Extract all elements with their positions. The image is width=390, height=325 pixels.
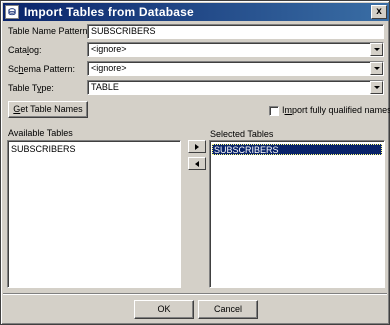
schema-pattern-value: <ignore>	[91, 63, 127, 73]
selected-tables-list[interactable]: SUBSCRIBERS	[209, 140, 385, 288]
schema-pattern-combobox[interactable]: <ignore>	[87, 61, 384, 76]
chevron-down-icon[interactable]	[370, 81, 383, 94]
table-name-pattern-input[interactable]: SUBSCRIBERS	[87, 24, 384, 39]
remove-table-button[interactable]	[188, 157, 206, 170]
table-type-combobox[interactable]: TABLE	[87, 80, 384, 95]
available-tables-list[interactable]: SUBSCRIBERS	[7, 140, 181, 288]
cancel-button[interactable]: Cancel	[198, 300, 258, 319]
footer-divider	[3, 293, 387, 295]
table-name-pattern-label: Table Name Pattern:	[8, 26, 91, 36]
get-table-names-button[interactable]: Get Table Names	[8, 101, 88, 118]
list-item[interactable]: SUBSCRIBERS	[10, 144, 76, 155]
add-table-button[interactable]	[188, 140, 206, 153]
catalog-combobox[interactable]: <ignore>	[87, 42, 384, 57]
table-type-label: Table Type:	[8, 83, 54, 93]
table-type-value: TABLE	[91, 82, 119, 92]
ok-button[interactable]: OK	[134, 300, 194, 319]
chevron-down-icon[interactable]	[370, 43, 383, 56]
chevron-down-icon[interactable]	[370, 62, 383, 75]
available-tables-header: Available Tables	[8, 128, 73, 138]
import-qualified-names-label: Import fully qualified names	[282, 105, 390, 115]
selected-tables-header: Selected Tables	[210, 129, 274, 139]
close-button[interactable]: x	[371, 5, 387, 19]
schema-pattern-label: Schema Pattern:	[8, 64, 76, 74]
window-title: Import Tables from Database	[24, 5, 194, 19]
database-icon: ⛁	[5, 5, 19, 19]
list-item[interactable]: SUBSCRIBERS	[212, 144, 382, 155]
import-tables-dialog: ⛁ Import Tables from Database x Table Na…	[0, 0, 390, 325]
catalog-value: <ignore>	[91, 44, 127, 54]
title-bar[interactable]: ⛁ Import Tables from Database x	[3, 3, 389, 21]
import-qualified-names-checkbox[interactable]	[269, 106, 279, 116]
catalog-label: Catalog:	[8, 45, 42, 55]
